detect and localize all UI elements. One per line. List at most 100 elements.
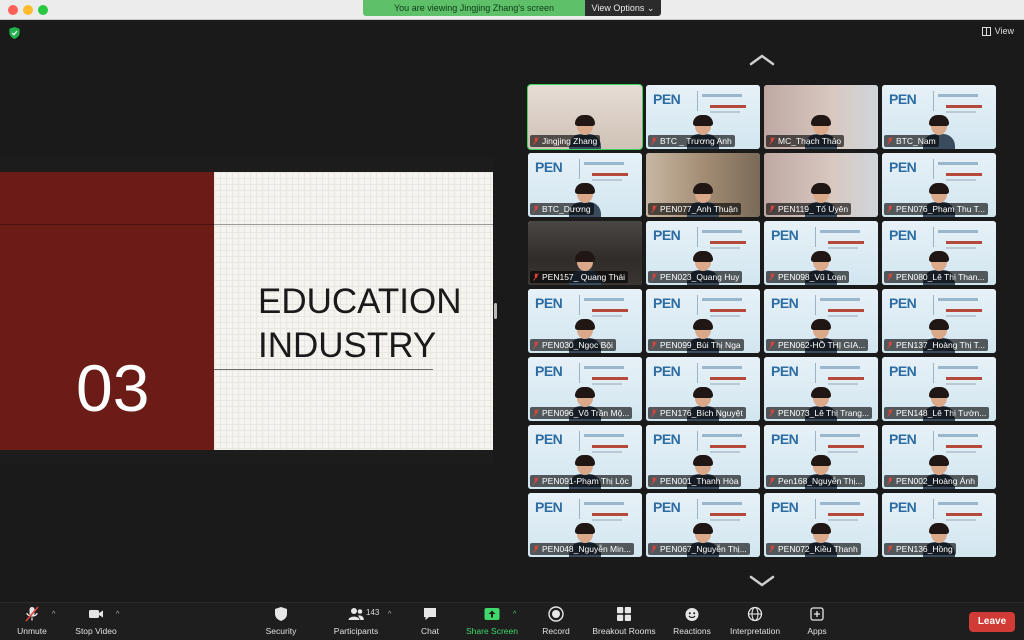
participant-tile[interactable]: PEN119_ Tố Uyên — [764, 153, 878, 217]
virtual-background-decoration — [592, 445, 628, 448]
virtual-background-decoration — [946, 377, 982, 380]
slide-right-panel: EDUCATION INDUSTRY — [214, 172, 493, 450]
close-window-button[interactable] — [8, 5, 18, 15]
participant-tile[interactable]: PEN Pen168_Nguyễn Thị... — [764, 425, 878, 489]
pen-logo: PEN — [889, 499, 917, 515]
participant-tile[interactable]: PEN PEN080_Lê Thị Than... — [882, 221, 996, 285]
virtual-background-decoration — [820, 502, 860, 505]
microphone-muted-icon — [651, 205, 657, 213]
participant-tile[interactable]: PEN PEN148_Lê Thị Tườn... — [882, 357, 996, 421]
fullscreen-window-button[interactable] — [38, 5, 48, 15]
participant-tile[interactable]: MC_Thạch Thảo — [764, 85, 878, 149]
participant-name-label: PEN080_Lê Thị Than... — [896, 272, 985, 282]
apps-icon — [810, 607, 824, 621]
leave-meeting-button[interactable]: Leave — [969, 612, 1015, 632]
microphone-muted-icon — [533, 409, 539, 417]
stop-video-button[interactable]: Stop Video — [72, 606, 120, 640]
participants-icon — [348, 608, 364, 620]
virtual-background-decoration — [946, 247, 976, 249]
participant-tile[interactable]: PEN077_Anh Thuận — [646, 153, 760, 217]
participant-name-label: PEN091-Phạm Thị Lộc — [542, 476, 629, 486]
shield-check-icon[interactable] — [9, 27, 20, 39]
slide-left-panel: 03 — [0, 172, 214, 450]
participant-name-label: PEN067_Nguyễn Thị... — [660, 544, 747, 554]
apps-button[interactable]: Apps — [802, 606, 832, 640]
participants-options-caret[interactable]: ^ — [388, 611, 391, 618]
participant-tile[interactable]: PEN PEN091-Phạm Thị Lộc — [528, 425, 642, 489]
view-options-button[interactable]: View Options ⌄ — [585, 0, 661, 16]
participant-tile[interactable]: PEN BTC_Dương — [528, 153, 642, 217]
security-button[interactable]: Security — [262, 606, 300, 640]
microphone-muted-icon — [769, 273, 775, 281]
record-button[interactable]: Record — [538, 606, 574, 640]
breakout-rooms-icon — [617, 607, 631, 621]
participant-tile[interactable]: PEN PEN001_Thanh Hòa — [646, 425, 760, 489]
virtual-background-decoration — [933, 91, 934, 111]
participant-name-label: PEN136_Hồng — [896, 544, 953, 554]
share-options-caret[interactable]: ^ — [513, 611, 516, 618]
virtual-background-decoration — [815, 499, 816, 519]
reactions-button[interactable]: Reactions — [670, 606, 714, 640]
pen-logo: PEN — [771, 295, 799, 311]
pen-logo: PEN — [771, 363, 799, 379]
participant-tile[interactable]: PEN BTC _ Trương Anh — [646, 85, 760, 149]
virtual-background-decoration — [828, 377, 864, 380]
participant-name: PEN077_Anh Thuận — [648, 203, 741, 215]
participant-tile[interactable]: PEN PEN073_Lê Thị Trang... — [764, 357, 878, 421]
virtual-background-decoration — [584, 502, 624, 505]
participant-tile[interactable]: PEN PEN098_Vũ Loan — [764, 221, 878, 285]
participant-tile[interactable]: PEN PEN136_Hồng — [882, 493, 996, 557]
chevron-up-icon[interactable] — [749, 53, 775, 67]
participant-tile[interactable]: PEN PEN096_Võ Trần Mộ... — [528, 357, 642, 421]
chat-button[interactable]: Chat — [414, 606, 446, 640]
slide-section-number: 03 — [76, 351, 150, 425]
audio-options-caret[interactable]: ^ — [52, 611, 55, 618]
participant-name-label: BTC_Dương — [542, 204, 591, 214]
pen-logo: PEN — [535, 363, 563, 379]
participant-tile[interactable]: PEN PEN137_Hoàng Thị T... — [882, 289, 996, 353]
microphone-muted-icon — [651, 273, 657, 281]
microphone-muted-icon — [533, 545, 539, 553]
unmute-button[interactable]: Unmute — [14, 606, 50, 640]
split-resize-handle[interactable] — [494, 303, 497, 319]
microphone-muted-icon — [25, 606, 39, 622]
virtual-background-decoration — [697, 499, 698, 519]
participant-tile[interactable]: PEN PEN076_Phạm Thu T... — [882, 153, 996, 217]
breakout-rooms-button[interactable]: Breakout Rooms — [588, 606, 660, 640]
interpretation-button[interactable]: Interpretation — [724, 606, 786, 640]
participant-tile[interactable]: PEN PEN030_Ngọc Bội — [528, 289, 642, 353]
participant-name: PEN136_Hồng — [884, 543, 956, 555]
participant-tile[interactable]: PEN PEN176_Bích Nguyệt — [646, 357, 760, 421]
chevron-down-icon[interactable] — [749, 574, 775, 588]
video-options-caret[interactable]: ^ — [116, 611, 119, 618]
participant-tile[interactable]: PEN PEN002_Hoàng Ánh — [882, 425, 996, 489]
virtual-background-decoration — [946, 315, 976, 317]
participant-tile[interactable]: PEN BTC_Nam — [882, 85, 996, 149]
participant-tile[interactable]: PEN PEN099_Bùi Thị Nga — [646, 289, 760, 353]
participant-tile[interactable]: PEN PEN023_Quang Huy — [646, 221, 760, 285]
participant-tile[interactable]: PEN PEN067_Nguyễn Thị... — [646, 493, 760, 557]
minimize-window-button[interactable] — [23, 5, 33, 15]
virtual-background-decoration — [820, 434, 860, 437]
participant-name-label: Jingjing Zhang — [542, 136, 598, 146]
participants-label: Participants — [333, 626, 379, 636]
pen-logo: PEN — [653, 499, 681, 515]
participant-tile[interactable]: PEN PEN062-HỒ THỊ GIA... — [764, 289, 878, 353]
participant-tile[interactable]: PEN PEN048_Nguyễn Min... — [528, 493, 642, 557]
slide-title-underline — [214, 369, 433, 370]
participant-tile[interactable]: PEN157_ Quang Thái — [528, 221, 642, 285]
microphone-muted-icon — [651, 545, 657, 553]
virtual-background-decoration — [946, 451, 976, 453]
view-layout-button[interactable]: View — [981, 26, 1014, 36]
virtual-background-decoration — [933, 363, 934, 383]
virtual-background-decoration — [710, 111, 740, 113]
participant-tile[interactable]: Jingjing Zhang — [527, 84, 643, 150]
pen-logo: PEN — [653, 431, 681, 447]
virtual-background-decoration — [946, 445, 982, 448]
participant-name: BTC _ Trương Anh — [648, 135, 735, 147]
chat-bubble-icon — [424, 608, 436, 620]
participant-name: PEN067_Nguyễn Thị... — [648, 543, 750, 555]
participant-name: PEN091-Phạm Thị Lộc — [530, 475, 632, 487]
virtual-background-decoration — [702, 366, 742, 369]
participant-tile[interactable]: PEN PEN072_Kiều Thanh — [764, 493, 878, 557]
